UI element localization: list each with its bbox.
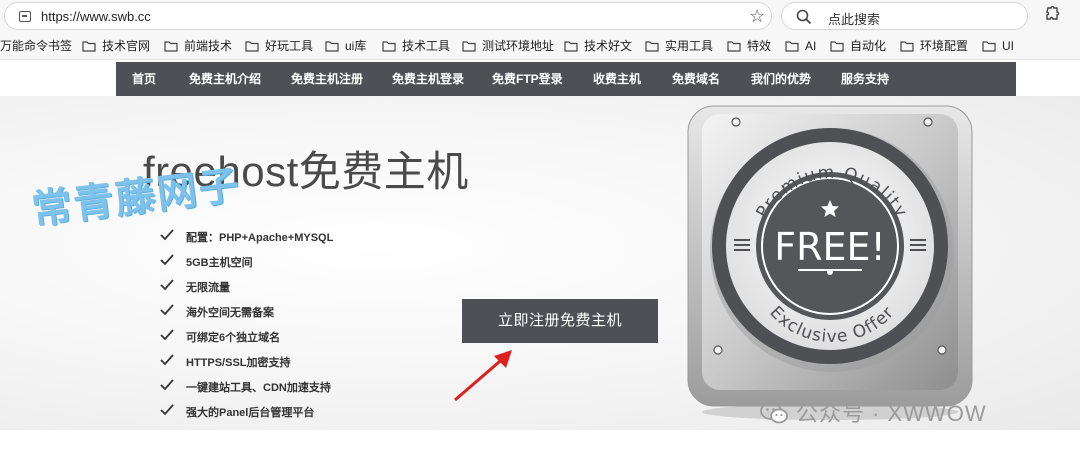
folder-icon [830,41,844,52]
bookmark-folder[interactable]: 技术官网 [82,38,150,54]
nav-item-login[interactable]: 免费主机登录 [392,62,464,96]
bookmark-label: 技术好文 [584,39,633,53]
site-nav: 首页 免费主机介绍 免费主机注册 免费主机登录 免费FTP登录 收费主机 免费域… [116,62,1016,96]
bookmark-label: 特效 [747,39,772,53]
bookmark-label: ui库 [345,39,367,53]
check-icon [160,354,174,366]
nav-item-intro[interactable]: 免费主机介绍 [189,62,261,96]
bookmark-folder[interactable]: ui库 [325,38,366,54]
url-text[interactable]: https://www.swb.cc [41,9,151,24]
folder-icon [164,41,178,52]
folder-icon [382,41,396,52]
site-info-icon[interactable] [19,11,31,22]
bookmark-folder[interactable]: 实用工具 [645,38,713,54]
nav-item-ftp-login[interactable]: 免费FTP登录 [492,62,563,96]
feature-text: 海外空间无需备案 [186,307,274,319]
feature-text: 一键建站工具、CDN加速支持 [186,382,331,394]
bookmark-item[interactable]: 万能命令书签 [0,38,72,54]
nav-item-paid-hosting[interactable]: 收费主机 [593,62,641,96]
bookmark-folder[interactable]: 技术好文 [564,38,632,54]
folder-icon [462,41,476,52]
bookmark-label: 自动化 [850,39,887,53]
check-icon [160,404,174,416]
feature-text: 5GB主机空间 [186,257,253,269]
bookmark-label: 测试环境地址 [482,39,555,53]
folder-icon [245,41,259,52]
bookmark-label: AI [805,39,817,53]
bookmark-folder[interactable]: UI [982,38,1014,54]
search-placeholder: 点此搜索 [828,12,881,27]
nav-item-register[interactable]: 免费主机注册 [291,62,363,96]
nav-item-free-domain[interactable]: 免费域名 [672,62,720,96]
bookmark-folder[interactable]: 自动化 [830,38,886,54]
bookmark-folder[interactable]: 特效 [727,38,771,54]
check-icon [160,329,174,341]
badge-center-text: FREE! [774,225,886,269]
feature-text: 可绑定6个独立域名 [186,332,281,344]
nav-item-support[interactable]: 服务支持 [841,62,889,96]
wechat-icon [760,402,788,424]
red-arrow-icon [454,350,512,402]
page-bottom [0,430,1080,456]
bookmark-label: 实用工具 [665,39,714,53]
check-icon [160,279,174,291]
bookmark-folder[interactable]: 前端技术 [164,38,232,54]
check-icon [160,254,174,266]
address-bar[interactable]: https://www.swb.cc ☆ [4,2,772,30]
search-input[interactable]: 点此搜索 [781,2,1028,30]
register-button[interactable]: 立即注册免费主机 [462,299,658,343]
bookmark-folder[interactable]: 测试环境地址 [462,38,554,54]
bookmark-folder[interactable]: 技术工具 [382,38,450,54]
folder-icon [727,41,741,52]
bookmark-label: 环境配置 [920,39,969,53]
folder-icon [900,41,914,52]
wechat-watermark: 公众号 · XWWOW [760,396,987,428]
bookmark-star-icon[interactable]: ☆ [749,6,765,26]
nav-item-advantages[interactable]: 我们的优势 [751,62,811,96]
folder-icon [645,41,659,52]
folder-icon [325,41,339,52]
feature-text: 配置：PHP+Apache+MYSQL [186,232,334,244]
feature-text: HTTPS/SSL加密支持 [186,357,291,369]
bookmark-folder[interactable]: 好玩工具 [245,38,313,54]
bookmarks-bar: 万能命令书签 技术官网 前端技术 好玩工具 ui库 技术工具 测试环境地址 技术… [0,34,1080,60]
folder-icon [82,41,96,52]
extensions-icon[interactable] [1042,6,1060,24]
bookmark-label: 前端技术 [184,39,233,53]
free-badge-drive: Premium Quality Exclusive Offer FREE! [687,105,973,420]
feature-text: 无限流量 [186,282,230,294]
nav-item-home[interactable]: 首页 [132,62,156,96]
feature-text: 强大的Panel后台管理平台 [186,407,315,419]
bookmark-label: 技术工具 [402,39,451,53]
check-icon [160,304,174,316]
folder-icon [785,41,799,52]
bookmark-label: 万能命令书签 [0,39,73,53]
search-icon [796,9,812,25]
bookmark-folder[interactable]: AI [785,38,816,54]
check-icon [160,229,174,241]
bookmark-folder[interactable]: 环境配置 [900,38,968,54]
folder-icon [564,41,578,52]
folder-icon [982,41,996,52]
browser-toolbar: https://www.swb.cc ☆ 点此搜索 [0,0,1080,34]
bookmark-label: 好玩工具 [265,39,314,53]
bookmark-label: 技术官网 [102,39,151,53]
wechat-watermark-text: 公众号 · XWWOW [796,401,987,426]
check-icon [160,379,174,391]
bookmark-label: UI [1002,39,1014,53]
